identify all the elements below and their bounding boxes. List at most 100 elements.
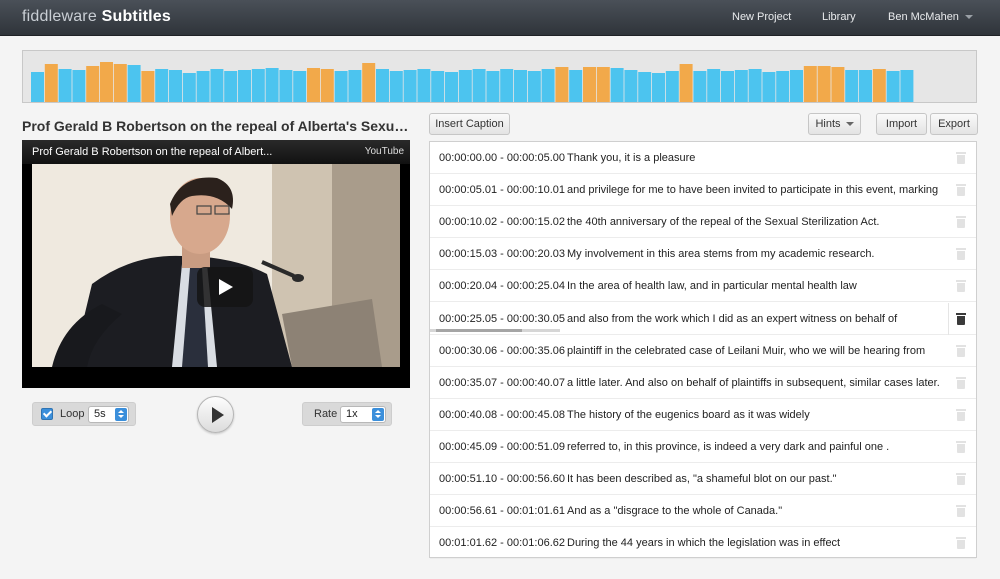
timeline-caption-segment[interactable] [652,73,665,102]
player-control-bar[interactable] [22,372,410,388]
timeline-caption-segment[interactable] [155,69,169,102]
trash-icon[interactable] [956,215,966,229]
caption-time[interactable]: 00:01:01.62 - 00:01:06.62 [439,537,565,549]
timeline-caption-segment[interactable] [431,71,445,102]
timeline-caption-segment[interactable] [596,67,610,102]
timeline-caption-segment[interactable] [44,64,58,102]
caption-time[interactable]: 00:00:25.05 - 00:00:30.05 [439,313,565,325]
caption-text[interactable]: My involvement in this area stems from m… [567,248,875,260]
timeline-caption-segment[interactable] [182,73,196,102]
timeline-caption-segment[interactable] [113,64,127,102]
caption-text[interactable]: And as a "disgrace to the whole of Canad… [567,505,782,517]
caption-text[interactable]: In the area of health law, and in partic… [567,280,857,292]
caption-time[interactable]: 00:00:40.08 - 00:00:45.08 [439,409,565,421]
timeline-caption-segment[interactable] [72,70,86,102]
caption-row[interactable]: 00:00:15.03 - 00:00:20.03 My involvement … [430,238,976,271]
loop-duration-select[interactable]: 5s [88,406,129,423]
timeline-caption-segment[interactable] [58,69,72,102]
caption-text[interactable]: Thank you, it is a pleasure [567,152,695,164]
loop-checkbox[interactable] [41,408,53,420]
import-button[interactable]: Import [876,113,927,135]
trash-icon[interactable] [956,536,966,550]
caption-row[interactable]: 00:00:30.06 - 00:00:35.06 plaintiff in th… [430,335,976,367]
timeline-caption-segment[interactable] [859,70,872,102]
caption-text[interactable]: It has been described as, "a shameful bl… [567,473,837,485]
timeline-caption-segment[interactable] [224,71,238,102]
trash-icon[interactable] [956,312,966,325]
timeline-caption-segment[interactable] [790,70,803,102]
timeline-caption-segment[interactable] [514,70,527,102]
caption-time[interactable]: 00:00:51.10 - 00:00:56.60 [439,473,565,485]
library-link[interactable]: Library [822,11,856,23]
timeline-caption-segment[interactable] [293,71,307,102]
caption-row[interactable]: 00:00:45.09 - 00:00:51.09 referred to, in… [430,431,976,463]
timeline-caption-segment[interactable] [610,68,624,102]
timeline-caption-segment[interactable] [734,70,748,102]
timeline-caption-segment[interactable] [389,71,403,102]
caption-row[interactable]: 00:00:51.10 - 00:00:56.60 It has been des… [430,463,976,495]
video-play-overlay-button[interactable] [197,267,253,307]
timeline-caption-segment[interactable] [472,69,486,102]
trash-icon[interactable] [956,183,966,197]
export-button[interactable]: Export [930,113,978,135]
timeline-caption-segment[interactable] [707,69,721,102]
timeline-caption-segment[interactable] [141,71,155,102]
timeline-caption-segment[interactable] [583,67,596,102]
caption-text[interactable]: During the 44 years in which the legisla… [567,537,840,549]
video-player[interactable]: Prof Gerald B Robertson on the repeal of… [22,140,410,388]
caption-text[interactable]: The history of the eugenics board as it … [567,409,810,421]
timeline-caption-segment[interactable] [872,69,886,102]
timeline-caption-segment[interactable] [541,69,555,102]
timeline-caption-segment[interactable] [31,72,44,102]
timeline-caption-segment[interactable] [265,68,279,102]
timeline-caption-segment[interactable] [279,70,293,102]
trash-icon[interactable] [956,344,966,357]
timeline-caption-segment[interactable] [721,71,734,102]
timeline-caption-segment[interactable] [458,70,472,102]
caption-row[interactable]: 00:01:01.62 - 00:01:06.62 During the 44 y… [430,527,976,560]
caption-row[interactable]: 00:00:05.01 - 00:00:10.01 and privilege f… [430,174,976,207]
timeline-caption-segment[interactable] [665,71,679,102]
timeline-caption-segment[interactable] [403,70,417,102]
insert-caption-button[interactable]: Insert Caption [429,113,510,135]
caption-text[interactable]: referred to, in this province, is indeed… [567,441,889,453]
timeline-caption-segment[interactable] [169,70,182,102]
caption-text[interactable]: a little later. And also on behalf of pl… [567,377,940,389]
timeline-caption-segment[interactable] [679,64,693,102]
timeline-caption-segment[interactable] [320,69,334,102]
timeline-caption-segment[interactable] [748,69,762,102]
timeline-caption-segment[interactable] [817,66,831,102]
timeline-caption-segment[interactable] [307,68,320,102]
video-frame[interactable] [32,164,400,367]
caption-row[interactable]: 00:00:00.00 - 00:00:05.00 Thank you, it i… [430,142,976,174]
timeline-caption-segment[interactable] [334,71,348,102]
timeline-caption-segment[interactable] [210,69,224,102]
caption-time[interactable]: 00:00:35.07 - 00:00:40.07 [439,377,565,389]
timeline-caption-segment[interactable] [445,72,458,102]
timeline-caption-segment[interactable] [362,63,376,102]
new-project-link[interactable]: New Project [732,11,791,23]
trash-icon[interactable] [956,408,966,421]
caption-row[interactable]: 00:00:20.04 - 00:00:25.04 In the area of … [430,270,976,303]
caption-time[interactable]: 00:00:20.04 - 00:00:25.04 [439,280,565,292]
caption-list[interactable]: 00:00:00.00 - 00:00:05.00 Thank you, it i… [429,141,977,560]
timeline-caption-segment[interactable] [127,65,141,102]
timeline-bars[interactable] [23,51,978,104]
caption-row[interactable]: 00:00:56.61 - 00:01:01.61 And as a "disgr… [430,495,976,528]
caption-text[interactable]: and privilege for me to have been invite… [567,184,938,196]
timeline-caption-segment[interactable] [86,66,100,102]
timeline-caption-segment[interactable] [348,70,362,102]
caption-timeline[interactable] [22,50,977,103]
timeline-caption-segment[interactable] [762,72,776,102]
caption-text[interactable]: plaintiff in the celebrated case of Leil… [567,345,925,357]
play-button[interactable] [197,396,234,433]
trash-icon[interactable] [956,279,966,293]
timeline-caption-segment[interactable] [569,70,583,102]
caption-time[interactable]: 00:00:00.00 - 00:00:05.00 [439,152,565,164]
caption-text[interactable]: the 40th anniversary of the repeal of th… [567,216,879,228]
caption-row[interactable]: 00:00:25.05 - 00:00:30.05 and also from t… [430,302,976,335]
hints-button[interactable]: Hints [808,113,861,135]
timeline-caption-segment[interactable] [803,66,817,102]
player-title[interactable]: Prof Gerald B Robertson on the repeal of… [32,146,272,158]
trash-icon[interactable] [956,504,966,518]
